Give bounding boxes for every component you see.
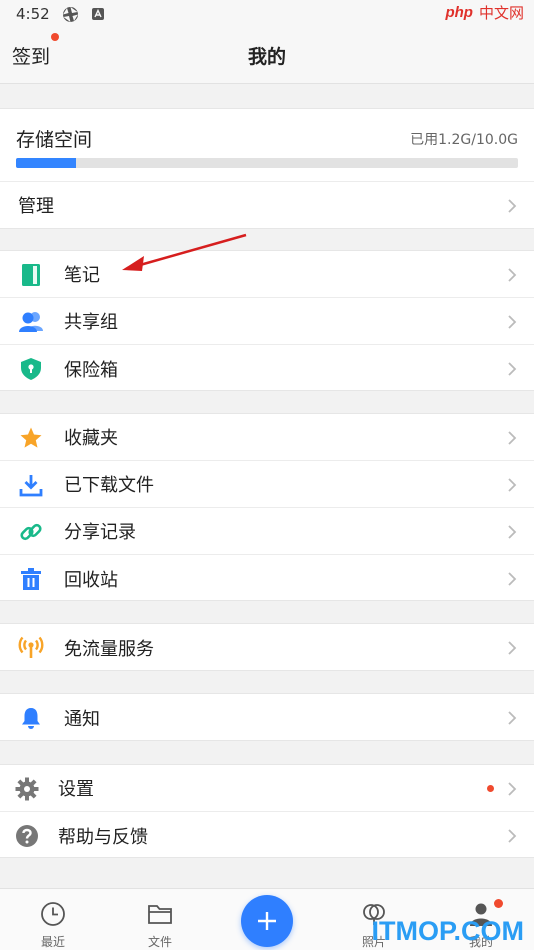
tab-recent[interactable]: 最近 (13, 889, 93, 950)
aperture-icon (62, 6, 79, 23)
tab-files[interactable]: 文件 (120, 889, 200, 950)
link-icon (18, 519, 44, 545)
storage-used: 已用1.2G/10.0G (410, 132, 518, 148)
chevron-right-icon (508, 711, 517, 725)
chevron-right-icon (508, 782, 517, 796)
menu-item-label: 收藏夹 (64, 428, 118, 449)
menu-item-label: 回收站 (64, 569, 118, 591)
menu-item-label: 通知 (64, 708, 100, 730)
manage-row[interactable]: 管理 (0, 181, 534, 228)
page-title: 我的 (247, 46, 286, 68)
watermark-php: php (445, 4, 473, 21)
download-icon (18, 472, 44, 498)
menu-item-notifications[interactable]: 通知 (0, 694, 534, 741)
menu-item-label: 共享组 (64, 312, 118, 333)
menu-item-favorites[interactable]: 收藏夹 (0, 414, 534, 461)
menu-item-settings[interactable]: 设置 (0, 765, 534, 812)
storage-title: 存储空间 (16, 129, 93, 151)
chevron-right-icon (508, 199, 517, 213)
status-bar: 4:52 php 中文网 (0, 0, 534, 28)
storage-section: 存储空间 已用1.2G/10.0G 管理 (0, 108, 534, 229)
signal-icon (18, 635, 44, 661)
star-icon (18, 425, 44, 451)
trash-icon (18, 566, 44, 592)
menu-group-3: 免流量服务 (0, 623, 534, 671)
help-icon (14, 823, 40, 849)
tab-label: 文件 (147, 935, 172, 949)
chevron-right-icon (508, 478, 517, 492)
checkin-badge (51, 33, 59, 41)
clock-icon (41, 902, 65, 926)
add-button[interactable] (241, 895, 293, 947)
tab-label: 最近 (40, 935, 65, 949)
settings-badge (487, 785, 494, 792)
header: 签到 我的 (0, 28, 534, 84)
note-icon (18, 262, 44, 288)
mine-badge (494, 899, 503, 908)
menu-group-1: 笔记 共享组 保险箱 (0, 250, 534, 391)
menu-item-label: 设置 (58, 779, 94, 800)
menu-item-safe-box[interactable]: 保险箱 (0, 345, 534, 392)
manage-label: 管理 (18, 196, 54, 217)
storage-progress-fill (16, 158, 77, 168)
watermark-top: php 中文网 (445, 2, 524, 23)
storage-progress-bar (16, 158, 518, 168)
menu-group-2: 收藏夹 已下载文件 分享记录 回收站 (0, 413, 534, 601)
menu-item-data-free-service[interactable]: 免流量服务 (0, 624, 534, 671)
watermark-cn: 中文网 (478, 4, 524, 22)
chevron-right-icon (508, 572, 517, 586)
gear-icon (14, 776, 40, 802)
menu-item-label: 已下载文件 (64, 475, 154, 496)
chevron-right-icon (508, 362, 517, 376)
bell-icon (18, 705, 44, 731)
status-time: 4:52 (16, 5, 50, 23)
menu-item-label: 帮助与反馈 (58, 826, 148, 848)
folder-icon (148, 905, 172, 924)
menu-item-recycle-bin[interactable]: 回收站 (0, 555, 534, 602)
menu-item-label: 分享记录 (64, 522, 136, 543)
app-notification-icon (91, 7, 105, 21)
group-icon (18, 309, 44, 335)
menu-item-label: 保险箱 (64, 359, 118, 381)
plus-icon (258, 912, 276, 930)
menu-item-help-feedback[interactable]: 帮助与反馈 (0, 812, 534, 859)
safe-box-icon (18, 356, 44, 382)
menu-item-label: 笔记 (64, 265, 100, 286)
chevron-right-icon (508, 829, 517, 843)
menu-group-5: 设置 帮助与反馈 (0, 764, 534, 858)
menu-item-downloads[interactable]: 已下载文件 (0, 461, 534, 508)
chevron-right-icon (508, 641, 517, 655)
menu-item-notes[interactable]: 笔记 (0, 251, 534, 298)
menu-item-share-group[interactable]: 共享组 (0, 298, 534, 345)
chevron-right-icon (508, 431, 517, 445)
menu-group-4: 通知 (0, 693, 534, 741)
menu-item-label: 免流量服务 (64, 638, 154, 660)
watermark-bottom: ITMOP.COM (371, 916, 524, 946)
menu-item-share-history[interactable]: 分享记录 (0, 508, 534, 555)
chevron-right-icon (508, 315, 517, 329)
chevron-right-icon (508, 525, 517, 539)
chevron-right-icon (508, 268, 517, 282)
